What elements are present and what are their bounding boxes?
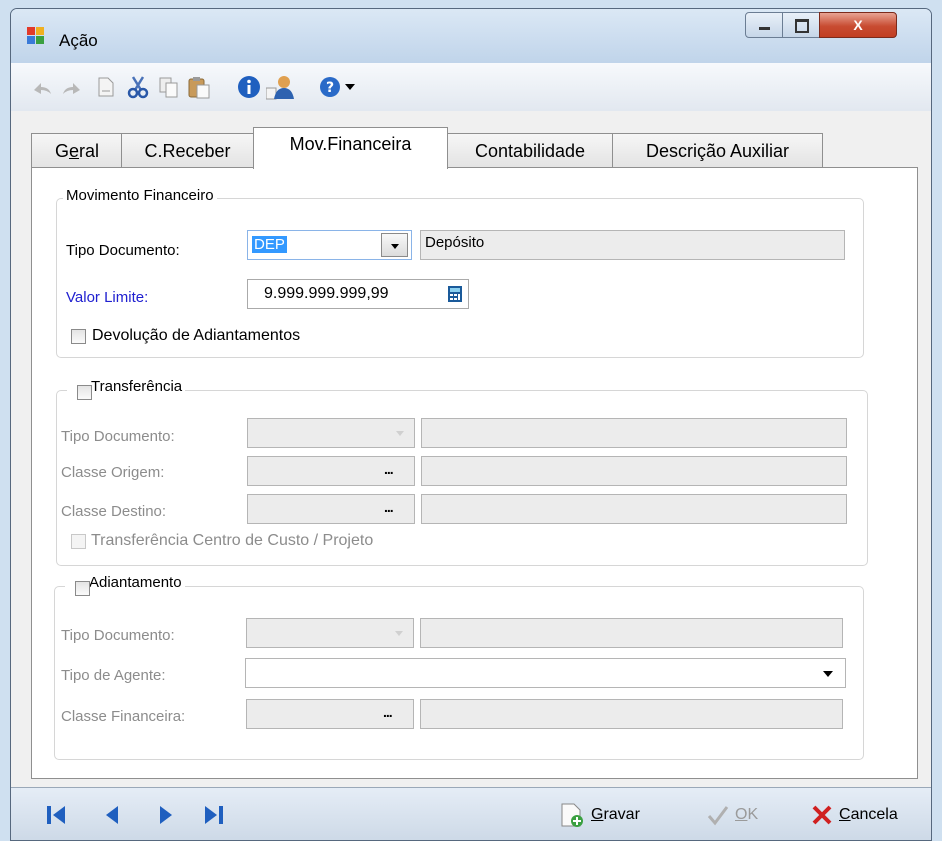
last-record-icon bbox=[205, 806, 223, 824]
maximize-icon bbox=[795, 19, 809, 33]
calculator-icon[interactable] bbox=[448, 286, 462, 302]
help-icon: ? bbox=[320, 77, 340, 97]
first-record-button[interactable] bbox=[45, 804, 69, 826]
redo-icon bbox=[63, 83, 80, 94]
classe-destino-ellipsis-button[interactable]: ... bbox=[384, 493, 394, 521]
save-icon bbox=[561, 803, 583, 827]
title-bar: Ação X bbox=[11, 9, 931, 63]
classe-origem-input[interactable]: ... bbox=[247, 456, 415, 486]
tab-descricao-auxiliar[interactable]: Descrição Auxiliar bbox=[612, 133, 823, 168]
devolucao-label: Devolução de Adiantamentos bbox=[92, 327, 301, 344]
cancel-x-icon bbox=[812, 805, 832, 825]
classe-origem-description bbox=[421, 456, 847, 486]
tab-panel-mov-financeira: Movimento Financeiro Tipo Documento: DEP… bbox=[31, 167, 918, 779]
user-icon bbox=[266, 76, 294, 100]
next-record-icon bbox=[160, 806, 172, 824]
previous-record-button[interactable] bbox=[103, 804, 123, 826]
new-document-icon bbox=[98, 77, 114, 97]
tipo-agente-select[interactable] bbox=[245, 658, 846, 688]
paste-button[interactable] bbox=[185, 75, 213, 99]
tipo-documento-value: DEP bbox=[252, 236, 287, 253]
chevron-down-icon bbox=[396, 431, 404, 436]
tab-c-receber[interactable]: C.Receber bbox=[121, 133, 254, 168]
checkmark-icon bbox=[707, 806, 729, 826]
new-document-button[interactable] bbox=[94, 75, 118, 99]
next-record-button[interactable] bbox=[157, 804, 177, 826]
tipo-documento-description: Depósito bbox=[420, 230, 845, 260]
minimize-icon bbox=[759, 27, 770, 30]
valor-limite-input[interactable]: 9.999.999.999,99 bbox=[247, 279, 469, 309]
classe-origem-ellipsis-button[interactable]: ... bbox=[384, 455, 394, 483]
group-title-movimento: Movimento Financeiro bbox=[63, 187, 217, 204]
last-record-button[interactable] bbox=[203, 804, 227, 826]
chevron-down-icon bbox=[395, 631, 403, 636]
tipo-agente-label: Tipo de Agente: bbox=[61, 667, 166, 684]
classe-financeira-description bbox=[420, 699, 843, 729]
transf-tipo-documento-select[interactable] bbox=[247, 418, 415, 448]
valor-limite-value: 9.999.999.999,99 bbox=[264, 285, 389, 302]
classe-financeira-ellipsis-button[interactable]: ... bbox=[383, 698, 393, 726]
dialog-window: Ação X ? Geral C.Receber Mov.Financeira … bbox=[10, 8, 932, 841]
classe-financeira-label: Classe Financeira: bbox=[61, 708, 186, 725]
app-icon bbox=[27, 27, 45, 45]
maximize-button[interactable] bbox=[782, 12, 820, 38]
tipo-documento-dropdown-button[interactable] bbox=[381, 233, 408, 257]
undo-icon bbox=[34, 83, 51, 94]
copy-icon bbox=[159, 77, 178, 98]
toolbar: ? bbox=[11, 63, 931, 111]
classe-destino-description bbox=[421, 494, 847, 524]
adiantamento-checkbox[interactable] bbox=[75, 581, 90, 596]
svg-text:?: ? bbox=[326, 80, 334, 96]
classe-destino-label: Classe Destino: bbox=[61, 503, 167, 520]
devolucao-checkbox[interactable] bbox=[71, 329, 86, 344]
tab-contabilidade[interactable]: Contabilidade bbox=[446, 133, 614, 168]
group-transferencia: Transferência Tipo Documento: Classe Ori… bbox=[56, 378, 868, 566]
group-adiantamento: Adiantamento Tipo Documento: Tipo de Age… bbox=[54, 574, 864, 760]
transferencia-checkbox[interactable] bbox=[77, 385, 92, 400]
minimize-button[interactable] bbox=[745, 12, 783, 38]
transferencia-centro-checkbox[interactable] bbox=[71, 534, 86, 549]
footer-bar: Gravar OK Cancela bbox=[11, 787, 931, 840]
classe-origem-label: Classe Origem: bbox=[61, 464, 165, 481]
close-icon: X bbox=[853, 17, 863, 33]
tipo-documento-label: Tipo Documento: bbox=[66, 242, 180, 259]
paste-icon bbox=[188, 77, 210, 99]
tipo-documento-select[interactable]: DEP bbox=[247, 230, 412, 260]
adiant-tipo-documento-select[interactable] bbox=[246, 618, 414, 648]
help-button[interactable]: ? bbox=[317, 75, 343, 99]
undo-button[interactable] bbox=[29, 75, 55, 99]
chevron-down-icon bbox=[823, 671, 833, 677]
info-icon bbox=[238, 76, 260, 98]
copy-button[interactable] bbox=[156, 75, 182, 99]
valor-limite-label: Valor Limite: bbox=[66, 289, 149, 306]
adiant-tipo-documento-label: Tipo Documento: bbox=[61, 627, 175, 644]
dialog-client: ? Geral C.Receber Mov.Financeira Contabi… bbox=[11, 63, 931, 840]
group-movimento-financeiro: Movimento Financeiro Tipo Documento: DEP… bbox=[56, 187, 864, 358]
window-title: Ação bbox=[59, 31, 98, 50]
gravar-button[interactable]: Gravar bbox=[559, 802, 640, 828]
classe-financeira-input[interactable]: ... bbox=[246, 699, 414, 729]
info-button[interactable] bbox=[235, 75, 263, 99]
dropdown-arrow-icon bbox=[345, 84, 355, 90]
ok-button[interactable]: OK bbox=[707, 802, 758, 828]
redo-button[interactable] bbox=[59, 75, 85, 99]
cut-button[interactable] bbox=[124, 75, 152, 99]
help-dropdown-button[interactable] bbox=[343, 75, 357, 99]
classe-destino-input[interactable]: ... bbox=[247, 494, 415, 524]
user-button[interactable] bbox=[265, 75, 297, 100]
cut-icon bbox=[127, 76, 149, 99]
transferencia-centro-label: Transferência Centro de Custo / Projeto bbox=[91, 532, 374, 549]
tab-mov-financeira[interactable]: Mov.Financeira bbox=[253, 127, 448, 169]
cancela-button[interactable]: Cancela bbox=[811, 802, 898, 828]
close-button[interactable]: X bbox=[819, 12, 897, 38]
transf-tipo-documento-label: Tipo Documento: bbox=[61, 428, 175, 445]
first-record-icon bbox=[47, 806, 65, 824]
transf-tipo-documento-description bbox=[421, 418, 847, 448]
previous-record-icon bbox=[106, 806, 118, 824]
tab-geral[interactable]: Geral bbox=[31, 133, 123, 168]
adiant-tipo-documento-description bbox=[420, 618, 843, 648]
